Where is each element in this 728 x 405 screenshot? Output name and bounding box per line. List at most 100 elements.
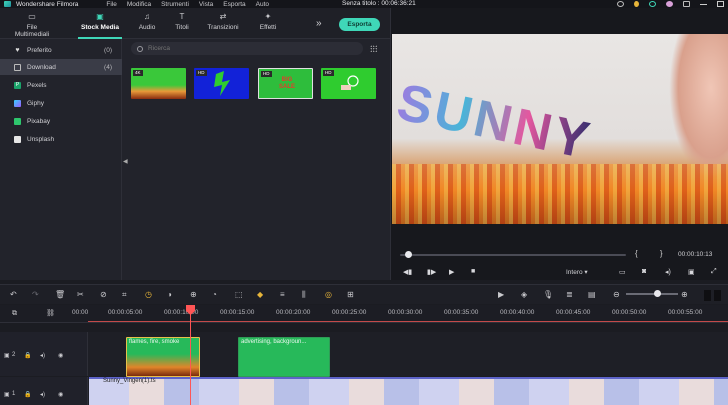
preview-scrubber[interactable] bbox=[400, 254, 626, 256]
stock-thumbnail[interactable]: 4K bbox=[131, 68, 186, 99]
render-icon[interactable]: ▶ bbox=[498, 290, 504, 300]
mark-in-out-icon[interactable]: { } bbox=[635, 249, 673, 258]
video-track-icon: ▣ bbox=[4, 353, 10, 359]
timeline-clip[interactable]: flames, fire, smoke bbox=[126, 337, 200, 377]
play-back-icon[interactable]: ▮▶ bbox=[427, 268, 436, 276]
speed-icon[interactable]: ◷ bbox=[145, 290, 152, 300]
duration-icon[interactable]: ◔ bbox=[212, 290, 217, 300]
menu-modifica[interactable]: Modifica bbox=[127, 1, 151, 8]
link-icon[interactable]: ⛓ bbox=[46, 309, 55, 319]
playhead[interactable] bbox=[190, 305, 191, 405]
sidebar-item-preferito[interactable]: ♥ Preferito (0) bbox=[0, 42, 122, 58]
layout-icon[interactable] bbox=[714, 290, 721, 301]
minimize-icon[interactable] bbox=[700, 3, 707, 5]
lightbulb-icon[interactable] bbox=[634, 1, 639, 7]
cut-icon[interactable]: ✂ bbox=[77, 290, 84, 300]
split-screen-icon[interactable]: ⊞ bbox=[347, 290, 354, 300]
zoom-slider-handle[interactable] bbox=[654, 290, 661, 297]
add-track-icon[interactable]: ⧉ bbox=[12, 309, 17, 319]
search-input[interactable] bbox=[148, 45, 348, 52]
snapshot-timeline-icon[interactable]: ▤ bbox=[588, 290, 596, 300]
quality-select[interactable]: Intero ▾ bbox=[566, 268, 588, 276]
snapshot-icon[interactable]: ◙ bbox=[642, 268, 646, 275]
eye-icon[interactable]: ◉ bbox=[58, 391, 63, 398]
cloud-icon[interactable] bbox=[617, 1, 624, 7]
menu-esporta[interactable]: Esporta bbox=[223, 1, 245, 8]
sidebar-item-pixabay[interactable]: Pixabay bbox=[0, 113, 122, 129]
monitor-icon[interactable]: ▭ bbox=[619, 268, 626, 276]
tab-file-multimediali[interactable]: ▭ File Multimediali bbox=[10, 12, 54, 39]
ai-icon[interactable]: ◎ bbox=[325, 290, 332, 300]
timeline-clip[interactable]: advertising, backgroun... bbox=[238, 337, 330, 377]
menu-strumenti[interactable]: Strumenti bbox=[161, 1, 189, 8]
tab-effetti[interactable]: ✦ Effetti bbox=[256, 12, 280, 39]
color-icon[interactable]: ◑ bbox=[167, 290, 172, 300]
render-preview-icon[interactable]: ▣ bbox=[688, 268, 695, 276]
tab-titoli[interactable]: T Titoli bbox=[172, 12, 192, 39]
stabilize-icon[interactable]: ⊕ bbox=[190, 290, 197, 300]
fullscreen-icon[interactable]: ⤢ bbox=[711, 268, 717, 276]
lock-icon[interactable]: 🔒 bbox=[24, 352, 31, 359]
sidebar-item-giphy[interactable]: Giphy bbox=[0, 95, 122, 111]
mute-icon[interactable]: ◂) bbox=[40, 352, 45, 359]
mask-icon[interactable]: ◈ bbox=[521, 290, 527, 300]
tab-audio[interactable]: ♫ Audio bbox=[136, 12, 158, 39]
fit-icon[interactable]: ⬚ bbox=[235, 290, 243, 300]
avatar[interactable] bbox=[666, 1, 673, 7]
clip-label: flames, fire, smoke bbox=[129, 339, 180, 345]
voiceover-icon[interactable]: ≣ bbox=[566, 290, 573, 300]
sidebar-item-unsplash[interactable]: Unsplash bbox=[0, 131, 122, 147]
timeline-clip[interactable]: Sunny_Vingen(1).ts bbox=[89, 377, 728, 405]
track-2-header: ▣ 2 🔒 ◂) ◉ bbox=[0, 332, 88, 376]
transition-icon: ⇄ bbox=[219, 12, 227, 21]
lock-icon[interactable]: 🔒 bbox=[24, 391, 31, 398]
adjust-icon[interactable]: ≡ bbox=[280, 290, 285, 300]
crop-icon[interactable]: ⌗ bbox=[122, 290, 127, 300]
microphone-icon[interactable]: 🎙 bbox=[543, 290, 553, 300]
scrubber-handle[interactable] bbox=[405, 251, 412, 258]
keyframe-icon[interactable]: ◆ bbox=[257, 290, 263, 300]
app-title: Wondershare Filmora bbox=[16, 0, 79, 8]
grid-view-icon[interactable] bbox=[370, 45, 377, 52]
sync-icon[interactable] bbox=[649, 1, 656, 7]
ruler-label: 00:00:45:00 bbox=[556, 309, 591, 316]
maximize-icon[interactable] bbox=[717, 1, 724, 7]
download-icon[interactable] bbox=[683, 1, 690, 7]
zoom-slider[interactable] bbox=[626, 293, 678, 295]
more-tabs-icon[interactable]: » bbox=[316, 18, 322, 29]
zoom-in-icon[interactable]: ⊕ bbox=[681, 290, 688, 300]
eye-icon[interactable]: ◉ bbox=[58, 352, 63, 359]
menu-vista[interactable]: Vista bbox=[199, 1, 213, 8]
collapse-panel-icon[interactable]: ◀ bbox=[123, 158, 128, 165]
redo-icon[interactable]: ↷ bbox=[32, 290, 39, 300]
video-preview[interactable]: SUNNY bbox=[392, 34, 728, 224]
heart-icon: ♥ bbox=[15, 46, 20, 54]
tag-icon[interactable]: ⊘ bbox=[100, 290, 107, 300]
prev-frame-icon[interactable]: ◀▮ bbox=[403, 268, 412, 276]
stock-thumbnail[interactable]: HD bbox=[194, 68, 249, 99]
clip-label: advertising, backgroun... bbox=[241, 339, 307, 345]
stop-icon[interactable]: ■ bbox=[471, 268, 475, 275]
sidebar-item-pexels[interactable]: P Pexels bbox=[0, 77, 122, 93]
track-number: 1 bbox=[12, 391, 16, 397]
pixabay-icon bbox=[14, 117, 21, 125]
stock-thumbnail[interactable]: HD bbox=[321, 68, 376, 99]
filmora-logo-icon bbox=[4, 1, 11, 7]
track-2: ▣ 2 🔒 ◂) ◉ flames, fire, smoke advertisi… bbox=[0, 332, 728, 377]
export-button[interactable]: Esporta bbox=[339, 18, 380, 31]
mute-icon[interactable]: ◂) bbox=[40, 391, 45, 398]
sidebar-item-download[interactable]: Download (4) bbox=[0, 59, 122, 75]
audio-adjust-icon[interactable]: ⫼ bbox=[302, 290, 306, 300]
delete-icon[interactable]: 🗑 bbox=[55, 290, 65, 300]
undo-icon[interactable]: ↶ bbox=[10, 290, 17, 300]
menu-file[interactable]: File bbox=[106, 1, 116, 8]
stock-thumbnail[interactable]: HD BIG SALE bbox=[258, 68, 313, 99]
tab-stock-media[interactable]: ▣ Stock Media bbox=[76, 12, 124, 39]
zoom-out-icon[interactable]: ⊖ bbox=[613, 290, 620, 300]
volume-icon[interactable]: ◂) bbox=[665, 268, 671, 276]
ruler-label: 00:00 bbox=[72, 309, 89, 316]
tab-transizioni[interactable]: ⇄ Transizioni bbox=[206, 12, 240, 39]
menu-auto[interactable]: Auto bbox=[256, 1, 269, 8]
play-icon[interactable]: ▶ bbox=[449, 268, 454, 276]
layout-icon[interactable] bbox=[704, 290, 711, 301]
